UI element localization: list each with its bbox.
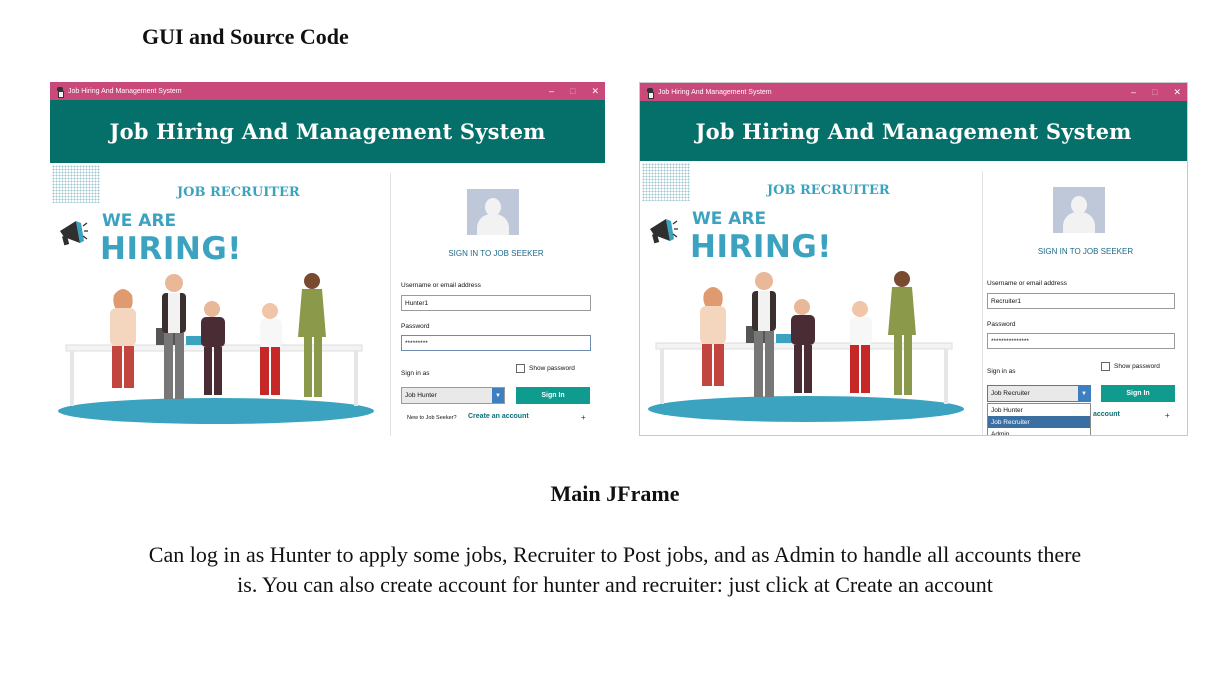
dot-pattern	[52, 165, 100, 203]
sign-in-button[interactable]: Sign In	[516, 387, 590, 404]
app-icon	[646, 87, 654, 99]
show-password-label: Show password	[1114, 363, 1160, 370]
dropdown-option[interactable]: Job Hunter	[988, 404, 1090, 416]
app-icon	[56, 86, 64, 98]
sign-in-as-label: Sign in as	[987, 368, 1016, 375]
sign-in-as-label: Sign in as	[401, 370, 430, 377]
role-select-value: Job Recruiter	[991, 390, 1030, 397]
show-password-checkbox[interactable]	[516, 364, 525, 373]
figure-description: Can log in as Hunter to apply some jobs,…	[148, 542, 1082, 597]
hiring-artwork: JOB RECRUITER WE ARE HIRING!	[50, 163, 390, 436]
sign-in-button[interactable]: Sign In	[1101, 385, 1175, 402]
team-illustration	[648, 271, 964, 422]
megaphone-icon	[650, 219, 678, 244]
create-account-link[interactable]: account	[1093, 411, 1120, 418]
dot-pattern	[642, 163, 690, 201]
role-select[interactable]: Job Hunter ▼	[401, 387, 505, 404]
figure-caption: Main JFrame	[550, 481, 680, 506]
hiring-text: HIRING!	[100, 231, 242, 267]
username-input[interactable]: Hunter1	[401, 295, 591, 311]
window-title: Job Hiring And Management System	[658, 88, 772, 96]
team-illustration	[58, 273, 374, 424]
password-input[interactable]: *********	[401, 335, 591, 351]
minimize-icon[interactable]: –	[549, 86, 554, 96]
role-select[interactable]: Job Recruiter ▼	[987, 385, 1091, 402]
window-titlebar: Job Hiring And Management System – □ ✕	[640, 83, 1187, 101]
password-input[interactable]: ***************	[987, 333, 1175, 349]
username-input[interactable]: Recruiter1	[987, 293, 1175, 309]
close-icon[interactable]: ✕	[1173, 87, 1181, 98]
maximize-icon[interactable]: □	[570, 86, 575, 96]
show-password-checkbox[interactable]	[1101, 362, 1110, 371]
login-form: SIGN IN TO JOB SEEKER Username or email …	[390, 173, 601, 436]
username-label: Username or email address	[401, 282, 481, 289]
maximize-icon[interactable]: □	[1152, 87, 1157, 97]
chevron-down-icon[interactable]: ▼	[1078, 386, 1090, 401]
window-titlebar: Job Hiring And Management System – □ ✕	[50, 82, 605, 100]
recruiter-label: JOB RECRUITER	[767, 183, 890, 198]
dropdown-option-selected[interactable]: Job Recruiter	[988, 416, 1090, 428]
dropdown-option[interactable]: Admin	[988, 428, 1090, 436]
hiring-text: HIRING!	[690, 229, 832, 265]
signin-title: SIGN IN TO JOB SEEKER	[448, 249, 544, 258]
we-are-text: WE ARE	[692, 209, 767, 229]
user-avatar	[1053, 187, 1105, 233]
avatar-body	[477, 214, 509, 235]
we-are-text: WE ARE	[102, 211, 177, 231]
username-label: Username or email address	[987, 280, 1067, 287]
show-password-label: Show password	[529, 365, 575, 372]
login-form: SIGN IN TO JOB SEEKER Username or email …	[982, 171, 1187, 436]
app-banner: Job Hiring And Management System	[50, 100, 605, 163]
app-banner: Job Hiring And Management System	[640, 101, 1187, 161]
plus-icon: +	[1165, 411, 1170, 420]
window-controls: – □ ✕	[549, 82, 599, 100]
role-dropdown-list: Job Hunter Job Recruiter Admin	[987, 403, 1091, 436]
hiring-artwork: JOB RECRUITER WE ARE HIRING!	[640, 161, 982, 435]
minimize-icon[interactable]: –	[1131, 87, 1136, 97]
window-controls: – □ ✕	[1131, 83, 1181, 101]
role-select-value: Job Hunter	[405, 392, 437, 399]
new-to-job-seeker-text: New to Job Seeker?	[407, 415, 457, 421]
plus-icon: +	[581, 413, 586, 422]
user-avatar	[467, 189, 519, 235]
recruiter-label: JOB RECRUITER	[177, 185, 300, 200]
screenshot-hunter-login: Job Hiring And Management System – □ ✕ J…	[50, 82, 605, 436]
chevron-down-icon[interactable]: ▼	[492, 388, 504, 403]
password-label: Password	[987, 321, 1016, 328]
document-heading: GUI and Source Code	[142, 24, 349, 49]
close-icon[interactable]: ✕	[591, 86, 599, 97]
screenshot-recruiter-login: Job Hiring And Management System – □ ✕ J…	[639, 82, 1188, 436]
avatar-body	[1063, 212, 1095, 233]
window-title: Job Hiring And Management System	[68, 87, 182, 95]
megaphone-icon	[60, 221, 88, 246]
create-account-link[interactable]: Create an account	[468, 413, 529, 420]
password-label: Password	[401, 323, 430, 330]
signin-title: SIGN IN TO JOB SEEKER	[1037, 247, 1134, 256]
